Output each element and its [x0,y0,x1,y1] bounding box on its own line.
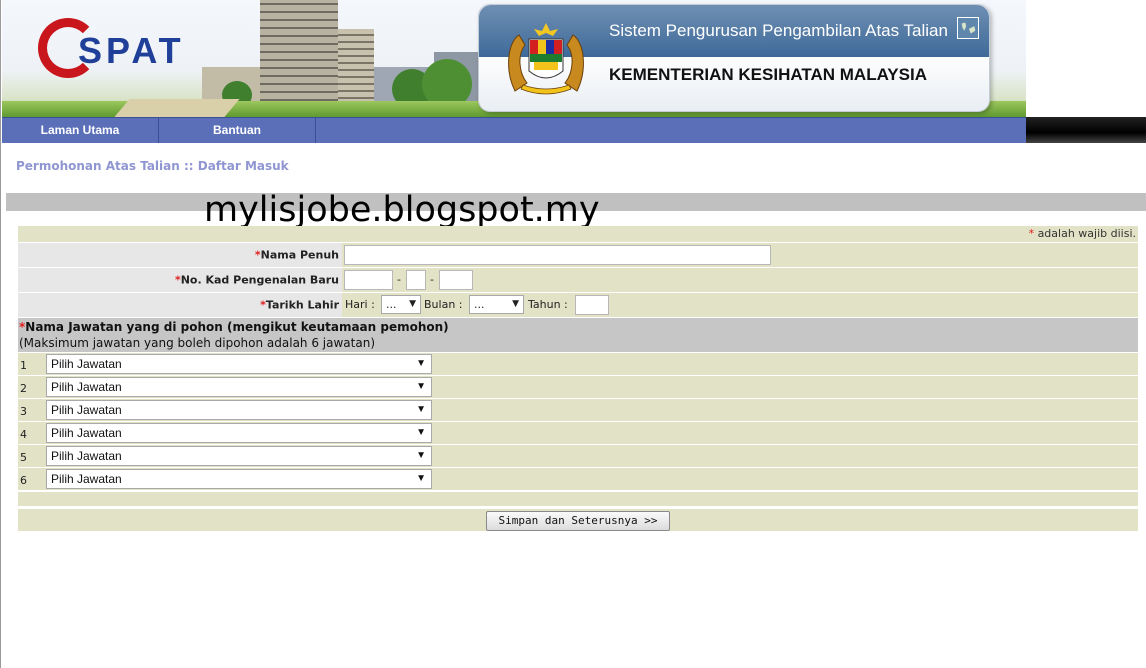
job-select-value: Pilih Jawatan [51,426,122,440]
form-row-nama: *Nama Penuh [18,243,1138,267]
system-title: Sistem Pengurusan Pengambilan Atas Talia… [609,21,948,40]
dropdown-arrow-icon: ▼ [416,473,426,484]
nama-penuh-input[interactable] [344,245,771,265]
job-select-value: Pilih Jawatan [51,380,122,394]
jobs-heading-text: Nama Jawatan yang di pohon (mengikut keu… [25,320,449,334]
dropdown-arrow-icon: ▼ [416,404,426,415]
job-number: 3 [20,405,27,418]
job-select-value: Pilih Jawatan [51,472,122,486]
job-select-1[interactable]: Pilih Jawatan ▼ [46,354,432,374]
job-row: 4 Pilih Jawatan ▼ [18,422,1138,444]
job-select-3[interactable]: Pilih Jawatan ▼ [46,400,432,420]
job-row: 6 Pilih Jawatan ▼ [18,468,1138,490]
job-select-value: Pilih Jawatan [51,403,122,417]
nama-label: *Nama Penuh [255,249,339,262]
job-number: 4 [20,428,27,441]
dropdown-arrow-icon: ▼ [416,358,426,369]
walkway [114,99,240,117]
jobs-heading: *Nama Jawatan yang di pohon (mengikut ke… [19,320,449,334]
month-label: Bulan : [424,298,463,311]
job-row: 3 Pilih Jawatan ▼ [18,399,1138,421]
job-select-value: Pilih Jawatan [51,357,122,371]
nama-label-text: Nama Penuh [260,248,339,262]
breadcrumb: Permohonan Atas Talian :: Daftar Masuk [16,159,289,173]
job-select-2[interactable]: Pilih Jawatan ▼ [46,377,432,397]
label-cell: *No. Kad Pengenalan Baru [18,268,342,292]
dropdown-arrow-icon: ▼ [409,299,416,309]
dob-label-text: Tarikh Lahir [265,298,339,312]
ic-separator: - [397,273,401,286]
ic-part3-input[interactable] [439,270,473,290]
form-row-ic: *No. Kad Pengenalan Baru - - [18,268,1138,292]
ic-part2-input[interactable] [406,270,426,290]
job-number: 2 [20,382,27,395]
ic-part1-input[interactable] [344,270,393,290]
year-label: Tahun : [528,298,568,311]
ic-label-text: No. Kad Pengenalan Baru [180,273,339,287]
dropdown-arrow-icon: ▼ [416,450,426,461]
submit-row: Simpan dan Seterusnya >> [18,509,1138,531]
form-row-dob: *Tarikh Lahir Hari : ... ▼ Bulan : ... ▼ T… [18,293,1138,317]
job-number: 5 [20,451,27,464]
job-row: 1 Pilih Jawatan ▼ [18,353,1138,375]
job-select-4[interactable]: Pilih Jawatan ▼ [46,423,432,443]
nav-item-laman-utama[interactable]: Laman Utama [2,118,159,143]
jobs-heading-row: *Nama Jawatan yang di pohon (mengikut ke… [18,318,1138,352]
month-select[interactable]: ... ▼ [469,295,524,314]
title-panel: Sistem Pengurusan Pengambilan Atas Talia… [478,4,990,112]
spacer-row [18,492,1138,506]
job-select-value: Pilih Jawatan [51,449,122,463]
required-note-row: * adalah wajib diisi. [18,226,1138,242]
label-cell: *Nama Penuh [18,243,342,267]
dropdown-arrow-icon: ▼ [416,427,426,438]
required-note-text: adalah wajib diisi. [1037,227,1136,240]
job-number: 6 [20,474,27,487]
building-image [260,0,338,107]
main-nav: Laman Utama Bantuan [2,117,1026,143]
dropdown-arrow-icon: ▼ [512,299,519,309]
job-row: 5 Pilih Jawatan ▼ [18,445,1138,467]
malaysia-map-icon [957,17,979,39]
required-note: * adalah wajib diisi. [1029,227,1136,240]
coat-of-arms-icon [508,23,584,95]
logo-text: SPAT [78,30,185,71]
required-star: * [1028,227,1035,240]
building-image [338,29,374,107]
job-select-5[interactable]: Pilih Jawatan ▼ [46,446,432,466]
nav-item-bantuan[interactable]: Bantuan [159,118,316,143]
day-select-value: ... [386,298,397,311]
ic-label: *No. Kad Pengenalan Baru [175,274,339,287]
ic-separator: - [430,273,434,286]
ministry-name: KEMENTERIAN KESIHATAN MALAYSIA [609,65,927,84]
dob-label: *Tarikh Lahir [260,299,339,312]
month-select-value: ... [474,298,485,311]
day-select[interactable]: ... ▼ [381,295,421,314]
save-continue-button[interactable]: Simpan dan Seterusnya >> [486,511,670,531]
jobs-subheading: (Maksimum jawatan yang boleh dipohon ada… [19,336,376,350]
watermark-text: mylisjobe.blogspot.my [204,190,600,230]
job-row: 2 Pilih Jawatan ▼ [18,376,1138,398]
label-cell: *Tarikh Lahir [18,293,342,317]
job-select-6[interactable]: Pilih Jawatan ▼ [46,469,432,489]
job-number: 1 [20,359,27,372]
year-input[interactable] [575,295,609,315]
window-border [0,0,1,668]
header-dark-strip [1026,117,1146,143]
day-label: Hari : [345,298,375,311]
header-banner: SPAT Sistem Pengurusan Pengambilan Atas … [2,0,1026,117]
dropdown-arrow-icon: ▼ [416,381,426,392]
